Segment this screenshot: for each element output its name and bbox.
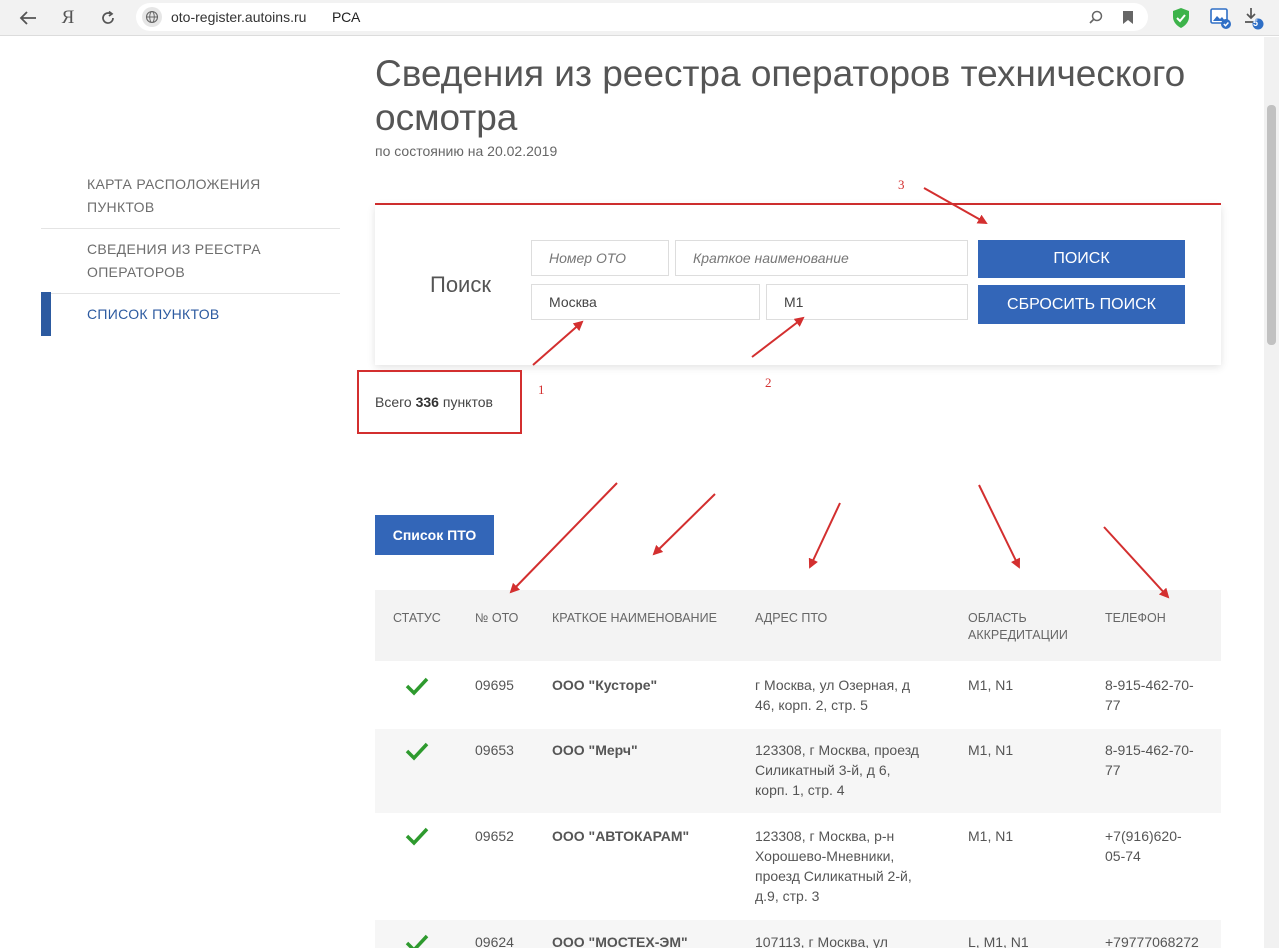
cell-oto: 09695 [475, 677, 514, 693]
total-count-box: Всего 336 пунктов [357, 370, 522, 434]
cell-address: 123308, г Москва, р-н Хорошево-Мневники,… [755, 826, 945, 906]
header-short-name: КРАТКОЕ НАИМЕНОВАНИЕ [552, 611, 717, 625]
sidebar-item-points-list[interactable]: СПИСОК ПУНКТОВ [41, 303, 340, 326]
sidebar-item-label: КАРТА РАСПОЛОЖЕНИЯ [87, 176, 261, 192]
cell-address: 123308, г Москва, проезд Силикатный 3-й,… [755, 740, 945, 800]
sidebar-item-registry[interactable]: СВЕДЕНИЯ ИЗ РЕЕСТРА ОПЕРАТОРОВ [41, 238, 340, 284]
cell-oto: 09652 [475, 828, 514, 844]
downloads-badge: 5 [1253, 18, 1259, 28]
cell-address-line: проезд Силикатный 2-й, [755, 868, 912, 884]
cell-accreditation: M1, N1 [968, 742, 1014, 758]
cell-oto: 09624 [475, 934, 514, 948]
sidebar-divider [41, 293, 340, 294]
status-check-icon [405, 826, 429, 846]
page-title-line: осмотра [375, 97, 518, 138]
cell-accreditation: L, M1, N1 [968, 934, 1029, 948]
cell-address: 107113, г Москва, ул [755, 934, 888, 948]
city-input[interactable] [531, 284, 760, 320]
cell-phone-line: 8-915-462-70- [1105, 677, 1194, 693]
cell-accreditation: M1, N1 [968, 828, 1014, 844]
image-extension-icon[interactable] [1207, 4, 1235, 32]
sidebar-item-map[interactable]: КАРТА РАСПОЛОЖЕНИЯ ПУНКТОВ [41, 173, 340, 219]
header-phone: ТЕЛЕФОН [1105, 611, 1166, 625]
cell-name: ООО "Мерч" [552, 742, 638, 758]
arrow-to-oto-header [509, 482, 618, 594]
arrow-to-address-header [808, 502, 841, 569]
cell-phone: +7(916)620- 05-74 [1105, 826, 1182, 866]
status-check-icon [405, 933, 429, 948]
cell-address-line: 123308, г Москва, р-н [755, 828, 895, 844]
cell-name: ООО "Кусторе" [552, 677, 658, 693]
pto-list-button[interactable]: Список ПТО [375, 515, 494, 555]
cell-address-line: г Москва, ул Озерная, д [755, 677, 911, 693]
sidebar-item-label: ОПЕРАТОРОВ [87, 264, 186, 280]
page-title-line: Сведения из реестра операторов техническ… [375, 53, 1186, 94]
oto-number-input[interactable] [531, 240, 669, 276]
yandex-logo-icon[interactable]: Я [54, 4, 82, 32]
reload-icon[interactable] [94, 4, 122, 32]
annotation-number-2: 2 [765, 375, 772, 390]
cell-oto: 09653 [475, 742, 514, 758]
arrow-to-name-header [652, 493, 716, 556]
cell-accreditation: M1, N1 [968, 677, 1014, 693]
annotation-number-1: 1 [538, 382, 545, 397]
page-scrollbar[interactable] [1264, 37, 1279, 948]
cell-phone-line: 8-915-462-70- [1105, 742, 1194, 758]
bookmark-icon[interactable] [1119, 8, 1137, 26]
browser-toolbar: Я oto-register.autoins.ru РСА 5 [0, 0, 1279, 36]
cell-phone: +79777068272 [1105, 934, 1199, 948]
cell-phone-line: 77 [1105, 697, 1121, 713]
reset-search-button[interactable]: СБРОСИТЬ ПОИСК [978, 285, 1185, 324]
cell-phone-line: 05-74 [1105, 848, 1141, 864]
cell-phone: 8-915-462-70- 77 [1105, 740, 1194, 780]
cell-address-line: 123308, г Москва, проезд [755, 742, 919, 758]
status-check-icon [405, 741, 429, 761]
search-page-icon[interactable] [1087, 8, 1105, 26]
header-accreditation-line: ОБЛАСТЬ [968, 611, 1027, 625]
page-title-text: РСА [332, 9, 361, 25]
cell-phone-line: +7(916)620- [1105, 828, 1182, 844]
header-address: АДРЕС ПТО [755, 611, 828, 625]
page-subtitle: по состоянию на 20.02.2019 [375, 143, 558, 159]
cell-address: г Москва, ул Озерная, д 46, корп. 2, стр… [755, 675, 945, 715]
annotation-number-3: 3 [898, 177, 905, 192]
header-oto-number: № ОТО [475, 611, 519, 625]
cell-address-line: Силикатный 3-й, д 6, [755, 762, 891, 778]
search-button[interactable]: ПОИСК [978, 240, 1185, 278]
cell-address-line: 46, корп. 2, стр. 5 [755, 697, 868, 713]
search-title: Поиск [430, 272, 491, 297]
header-accreditation: ОБЛАСТЬ АККРЕДИТАЦИИ [968, 610, 1068, 644]
downloads-icon[interactable]: 5 [1240, 4, 1268, 32]
cell-name: ООО "АВТОКАРАМ" [552, 828, 690, 844]
cell-phone-line: 77 [1105, 762, 1121, 778]
total-suffix: пунктов [442, 394, 493, 410]
total-prefix: Всего [375, 394, 412, 410]
protect-shield-icon[interactable] [1167, 4, 1195, 32]
sidebar-divider [41, 228, 340, 229]
header-status: СТАТУС [393, 611, 441, 625]
cell-phone: 8-915-462-70- 77 [1105, 675, 1194, 715]
status-check-icon [405, 676, 429, 696]
category-input[interactable] [766, 284, 968, 320]
total-count: 336 [415, 394, 439, 410]
header-accreditation-line: АККРЕДИТАЦИИ [968, 628, 1068, 642]
scrollbar-thumb[interactable] [1267, 105, 1276, 345]
cell-address-line: д.9, стр. 3 [755, 888, 820, 904]
sidebar-item-label: СПИСОК ПУНКТОВ [87, 306, 220, 322]
address-bar[interactable]: oto-register.autoins.ru РСА [136, 3, 1148, 31]
short-name-input[interactable] [675, 240, 968, 276]
back-icon[interactable] [14, 4, 42, 32]
sidebar-item-label: ПУНКТОВ [87, 199, 155, 215]
arrow-to-accreditation-header [978, 484, 1020, 569]
arrow-to-phone-header [1103, 526, 1170, 599]
page-title: Сведения из реестра операторов техническ… [375, 52, 1255, 140]
sidebar-item-label: СВЕДЕНИЯ ИЗ РЕЕСТРА [87, 241, 261, 257]
cell-name: ООО "МОСТЕХ-ЭМ" [552, 934, 688, 948]
cell-address-line: корп. 1, стр. 4 [755, 782, 845, 798]
cell-address-line: Хорошево-Мневники, [755, 848, 895, 864]
url-text[interactable]: oto-register.autoins.ru [171, 9, 306, 25]
globe-icon [142, 7, 162, 27]
